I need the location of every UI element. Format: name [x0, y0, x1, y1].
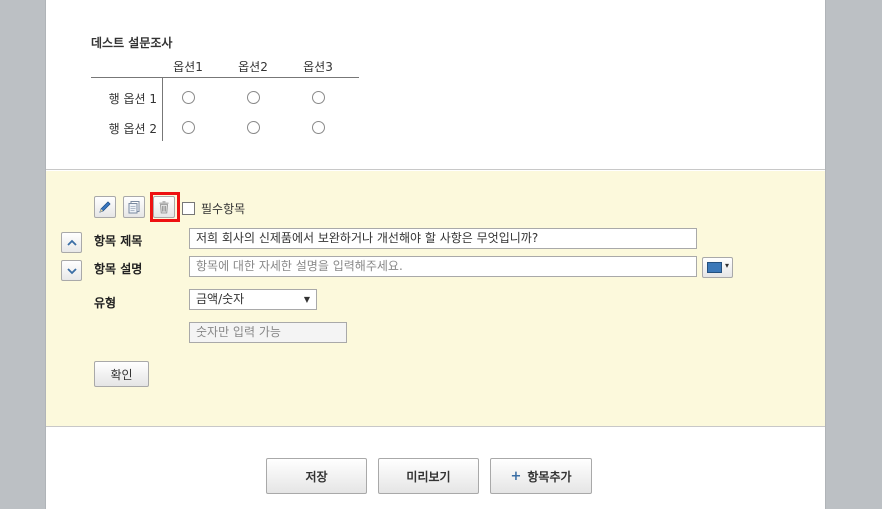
- row-label: 행 옵션 1: [108, 92, 157, 106]
- required-checkbox[interactable]: [182, 202, 195, 215]
- confirm-button[interactable]: 확인: [94, 361, 149, 387]
- chevron-down-icon: ▼: [303, 295, 310, 304]
- radio-r1-c3[interactable]: [312, 91, 325, 104]
- type-select-value: 금액/숫자: [196, 292, 245, 306]
- preview-button[interactable]: 미리보기: [378, 458, 479, 494]
- move-up-button[interactable]: [61, 232, 82, 253]
- description-input[interactable]: 항목에 대한 자세한 설명을 입력해주세요.: [189, 256, 697, 277]
- pencil-icon: [99, 201, 111, 213]
- column-header: 옵션2: [238, 60, 268, 74]
- chevron-up-icon: [66, 239, 77, 246]
- radio-r2-c2[interactable]: [247, 121, 260, 134]
- row-label: 행 옵션 2: [108, 122, 157, 136]
- radio-r1-c2[interactable]: [247, 91, 260, 104]
- description-label: 항목 설명: [94, 262, 143, 276]
- chevron-down-icon: ▾: [724, 261, 729, 270]
- radio-r2-c1[interactable]: [182, 121, 195, 134]
- header-divider: [91, 77, 359, 78]
- copy-icon: [128, 201, 140, 214]
- copy-button[interactable]: [123, 196, 145, 218]
- row-divider: [162, 78, 163, 141]
- add-item-button[interactable]: + 항목추가: [490, 458, 592, 494]
- number-only-field[interactable]: 숫자만 입력 가능: [189, 322, 347, 343]
- text-color-picker[interactable]: ▾: [702, 257, 733, 278]
- plus-icon: +: [510, 468, 522, 484]
- question-editor-panel: 필수항목 항목 제목 저희 회사의 신제품에서 보완하거나 개선해야 할 사항은…: [46, 171, 825, 427]
- add-item-label: 항목추가: [527, 469, 572, 484]
- edit-button[interactable]: [94, 196, 116, 218]
- color-swatch: [707, 262, 722, 273]
- radio-r2-c3[interactable]: [312, 121, 325, 134]
- question-preview: 데스트 설문조사 옵션1 옵션2 옵션3 행 옵션 1 행 옵션 2: [46, 0, 825, 170]
- type-label: 유형: [94, 296, 117, 310]
- survey-title: 데스트 설문조사: [91, 36, 173, 50]
- required-label: 필수항목: [201, 202, 246, 216]
- move-down-button[interactable]: [61, 260, 82, 281]
- column-header: 옵션1: [173, 60, 203, 74]
- title-input[interactable]: 저희 회사의 신제품에서 보완하거나 개선해야 할 사항은 무엇입니까?: [189, 228, 697, 249]
- column-header: 옵션3: [303, 60, 333, 74]
- radio-r1-c1[interactable]: [182, 91, 195, 104]
- title-label: 항목 제목: [94, 234, 143, 248]
- delete-highlight-box: [150, 192, 180, 222]
- type-select[interactable]: 금액/숫자 ▼: [189, 289, 317, 310]
- survey-editor-sheet: 데스트 설문조사 옵션1 옵션2 옵션3 행 옵션 1 행 옵션 2 필수항목 …: [45, 0, 826, 509]
- save-button[interactable]: 저장: [266, 458, 367, 494]
- chevron-down-icon: [66, 267, 77, 274]
